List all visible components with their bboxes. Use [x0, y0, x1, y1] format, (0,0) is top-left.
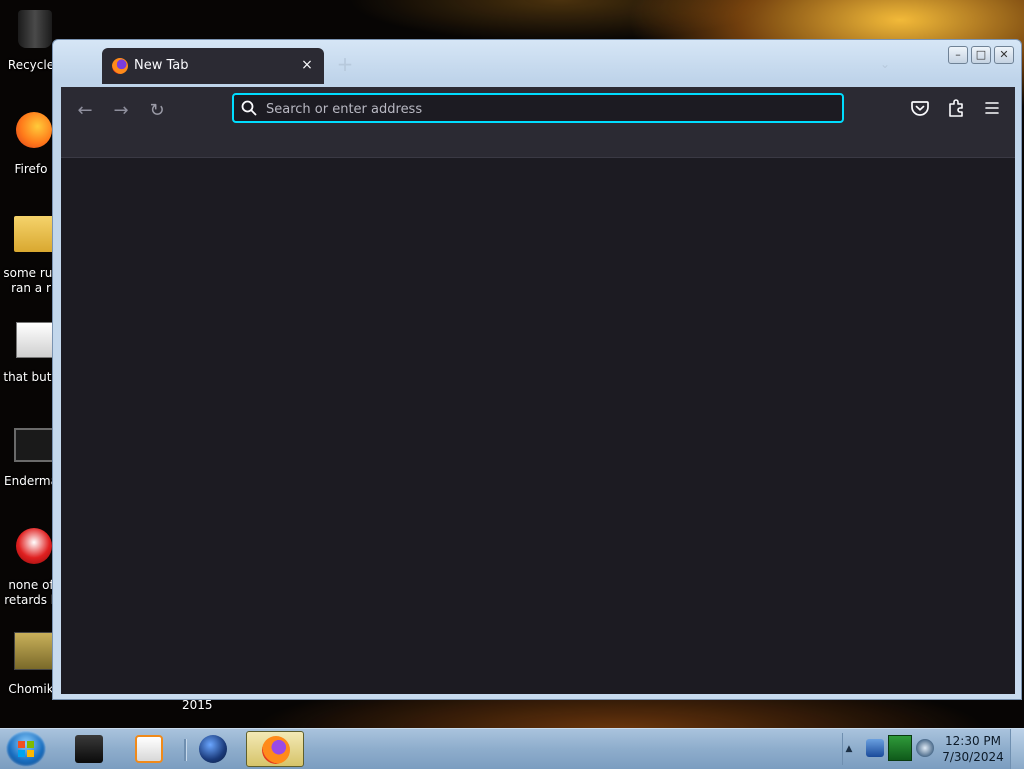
minimize-icon: –	[955, 48, 961, 61]
nav-toolbar: ← → ↻	[61, 87, 1015, 157]
windows-logo-icon	[18, 741, 34, 757]
address-bar[interactable]	[232, 93, 844, 123]
recycle-bin-icon	[18, 10, 52, 48]
reload-button[interactable]: ↻	[143, 97, 171, 125]
firefox-window: New Tab × + ⌄ – □ ✕ ← → ↻	[52, 39, 1022, 700]
volume-icon[interactable]	[916, 739, 934, 757]
network-icon[interactable]	[888, 735, 912, 761]
black-box-app-icon	[75, 735, 103, 763]
clock-date: 7/30/2024	[942, 750, 1004, 764]
close-window-button[interactable]: ✕	[994, 46, 1014, 64]
show-hidden-icons-button[interactable]: ▲	[842, 733, 855, 765]
document-stack-icon	[16, 322, 54, 358]
taskbar-item-firefox[interactable]	[246, 731, 304, 767]
globe-app-icon	[199, 735, 227, 763]
firefox-favicon-icon	[112, 58, 128, 74]
extensions-icon[interactable]	[943, 95, 969, 121]
forward-button[interactable]: →	[107, 97, 135, 125]
start-button[interactable]	[6, 731, 46, 767]
media-player-icon	[135, 735, 163, 763]
desktop-label-2015: 2015	[182, 698, 213, 712]
taskbar-item-media-player[interactable]	[122, 731, 176, 767]
image-file-icon	[14, 632, 56, 670]
tab-title: New Tab	[134, 58, 189, 73]
back-button[interactable]: ←	[71, 97, 99, 125]
maximize-icon: □	[975, 48, 987, 61]
tab-close-icon[interactable]: ×	[298, 56, 316, 74]
show-desktop-button[interactable]	[1010, 729, 1024, 769]
tray-app-icon[interactable]	[866, 739, 884, 757]
taskbar: ▲ 12:30 PM 7/30/2024	[0, 728, 1024, 769]
maximize-button[interactable]: □	[971, 46, 991, 64]
firefox-icon	[262, 736, 290, 764]
list-all-tabs-button[interactable]: ⌄	[875, 54, 895, 74]
address-input[interactable]	[264, 97, 838, 121]
app-icon	[16, 528, 52, 564]
clock-time: 12:30 PM	[945, 734, 1001, 748]
new-tab-button[interactable]: +	[335, 54, 355, 74]
hamburger-menu-icon[interactable]	[979, 95, 1005, 121]
firefox-icon	[16, 112, 52, 148]
taskbar-item-app-3[interactable]	[186, 731, 240, 767]
taskbar-item-app-1[interactable]	[62, 731, 116, 767]
minimize-button[interactable]: –	[948, 46, 968, 64]
system-clock[interactable]: 12:30 PM 7/30/2024	[940, 733, 1006, 765]
page-content[interactable]	[61, 157, 1015, 694]
pocket-icon[interactable]	[907, 95, 933, 121]
folder-icon	[14, 216, 54, 252]
search-icon	[241, 100, 257, 116]
tab-new-tab[interactable]: New Tab ×	[102, 48, 324, 84]
close-icon: ✕	[999, 48, 1009, 61]
